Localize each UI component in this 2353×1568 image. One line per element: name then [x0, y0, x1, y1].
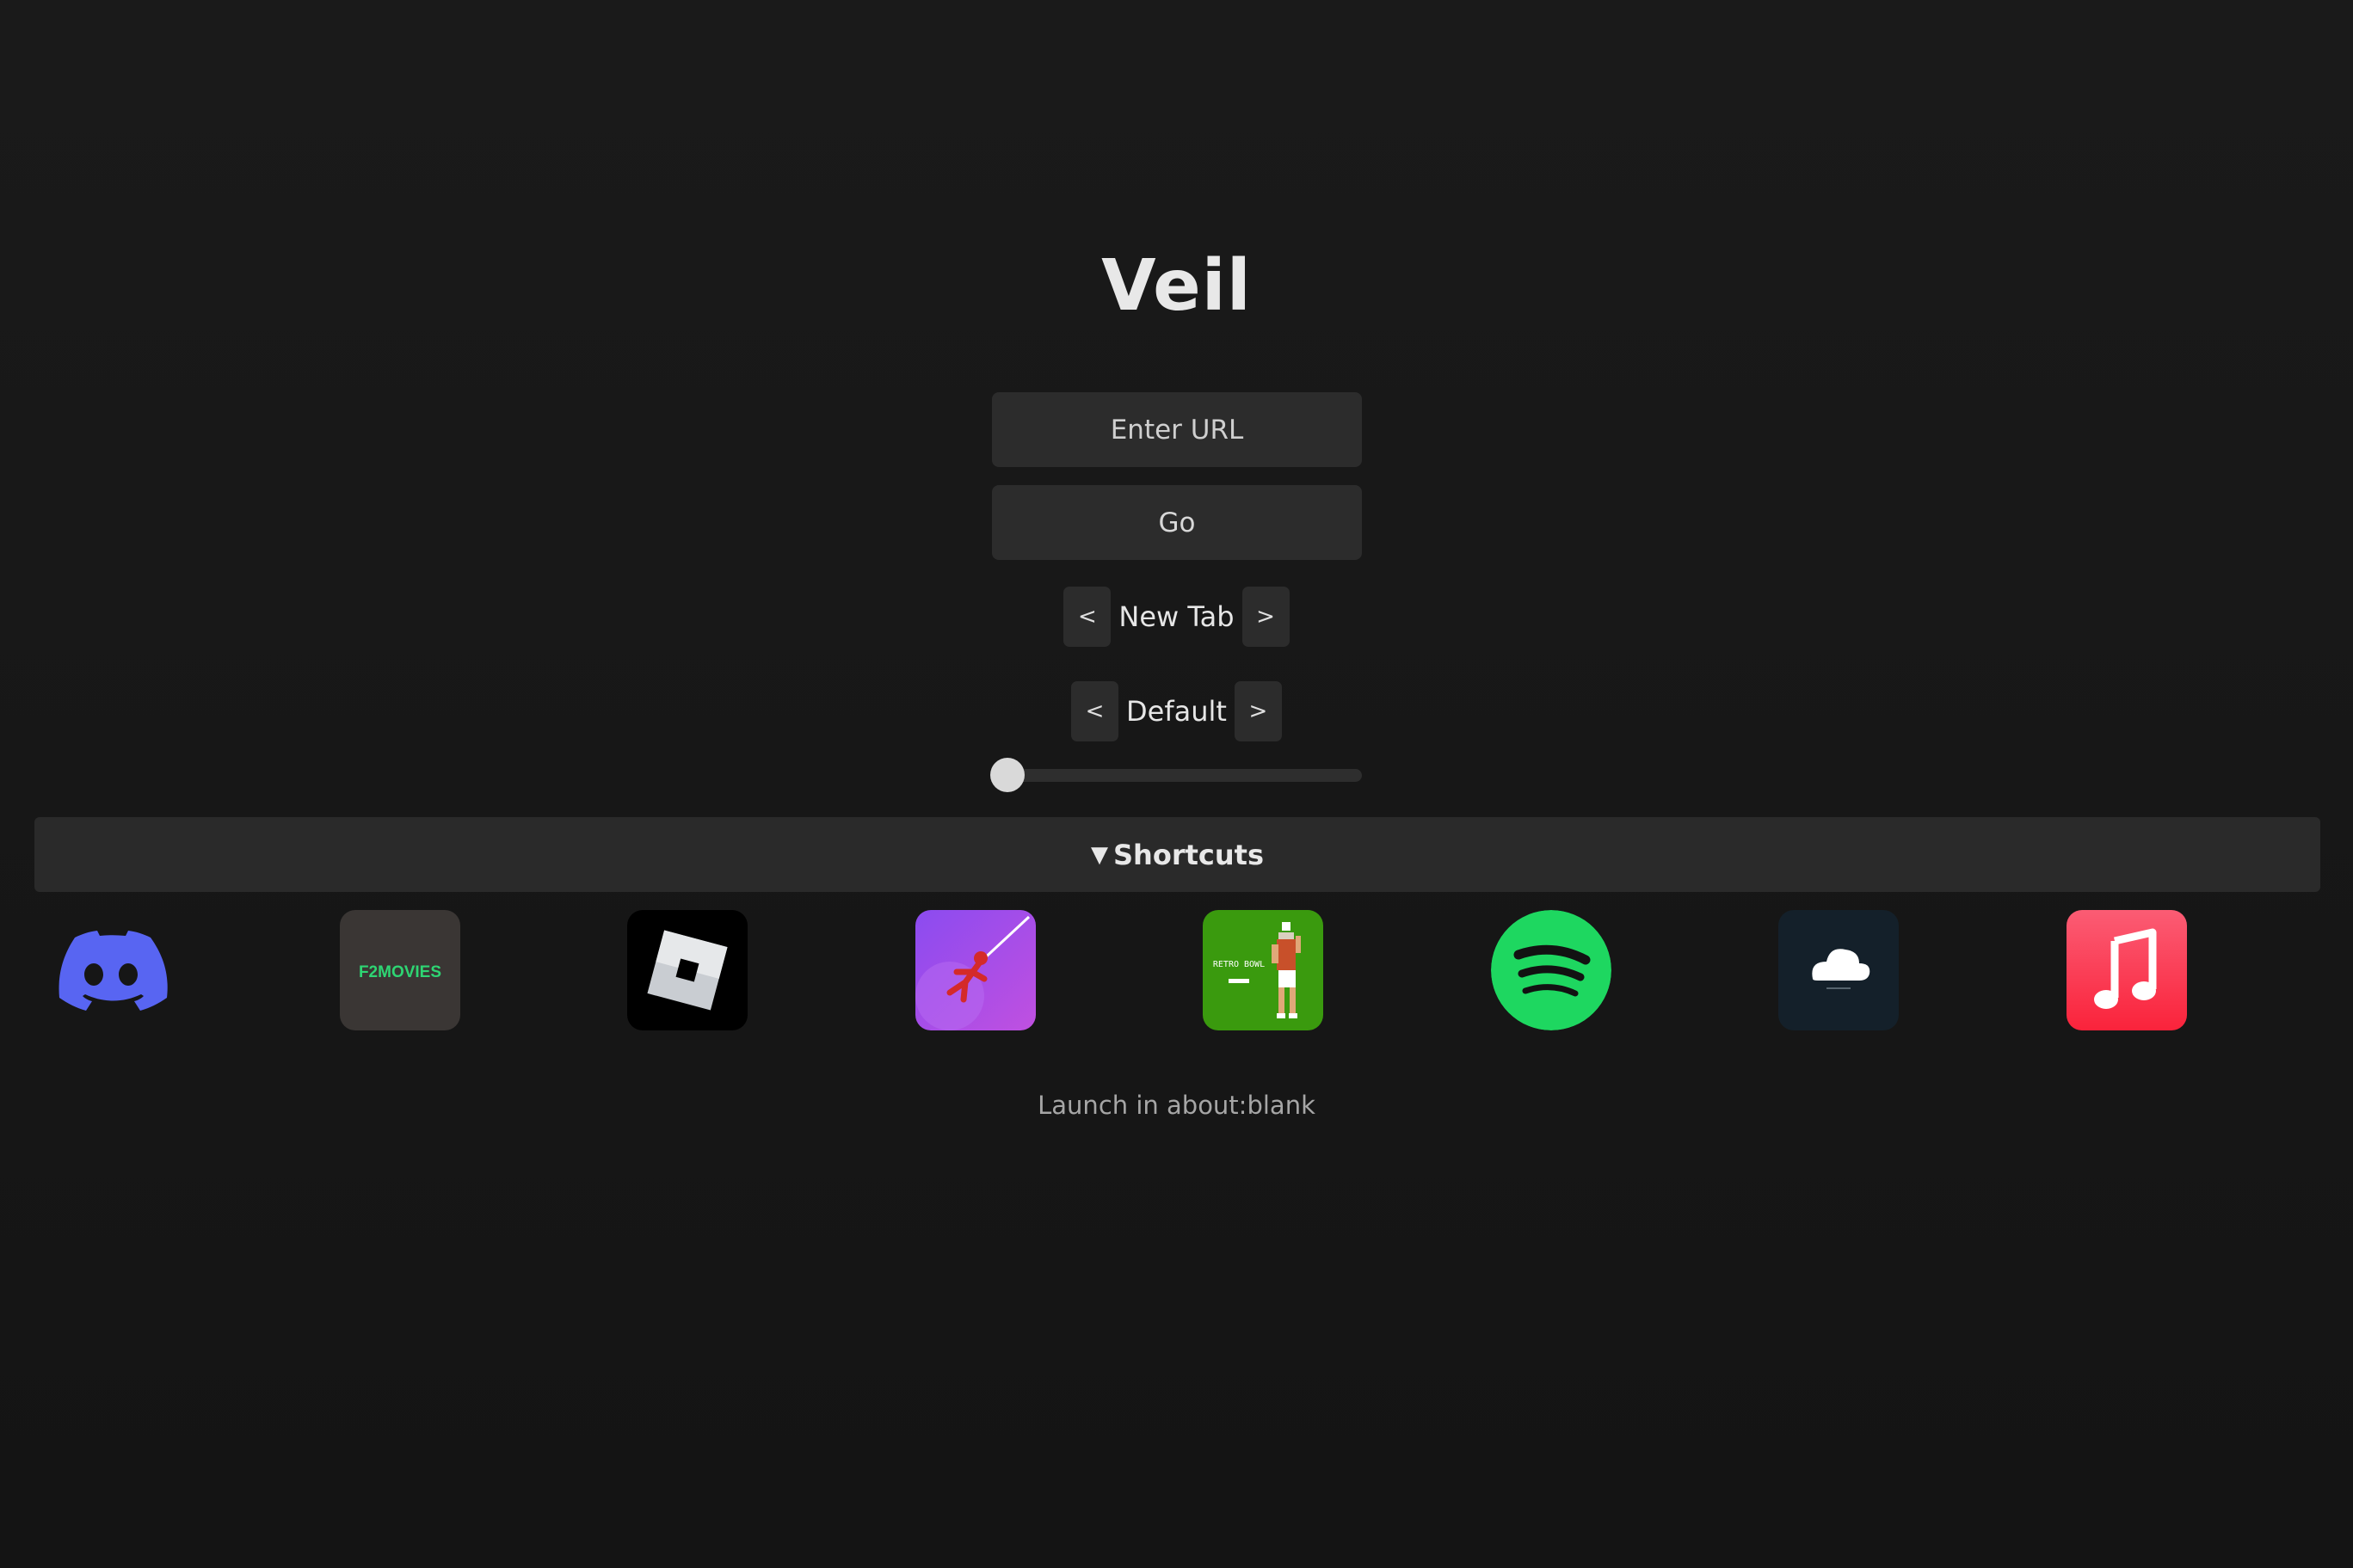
- url-input[interactable]: [992, 392, 1362, 467]
- svg-text:RETRO BOWL: RETRO BOWL: [1213, 960, 1265, 969]
- theme-next-button[interactable]: >: [1234, 681, 1282, 741]
- shortcut-apple-music[interactable]: [2067, 910, 2187, 1030]
- go-button[interactable]: Go: [992, 485, 1362, 560]
- f2movies-icon: F2MOVIES: [340, 910, 460, 1030]
- disclosure-triangle-icon: ▼: [1091, 841, 1108, 868]
- theme-prev-button[interactable]: <: [1071, 681, 1119, 741]
- spotify-icon: [1491, 910, 1611, 1030]
- open-mode-selector: < New Tab >: [0, 587, 2353, 647]
- svg-text:F2MOVIES: F2MOVIES: [359, 963, 441, 981]
- shortcut-discord[interactable]: [51, 910, 171, 1030]
- theme-selector: < Default >: [0, 681, 2353, 741]
- shortcut-stickman-hook[interactable]: [915, 910, 1036, 1030]
- apple-music-icon: [2067, 910, 2187, 1030]
- shortcut-retro-bowl[interactable]: RETRO BOWL: [1203, 910, 1323, 1030]
- open-mode-prev-button[interactable]: <: [1063, 587, 1112, 647]
- roblox-icon: [627, 910, 748, 1030]
- theme-value: Default: [1126, 695, 1227, 728]
- cloud-icon: [1778, 910, 1899, 1030]
- shortcut-roblox[interactable]: [627, 910, 748, 1030]
- shortcuts-label: Shortcuts: [1113, 838, 1264, 871]
- shortcut-cloud[interactable]: [1778, 910, 1899, 1030]
- retro-bowl-icon: RETRO BOWL: [1203, 910, 1323, 1030]
- shortcut-spotify[interactable]: [1491, 910, 1611, 1030]
- discord-icon: [59, 931, 168, 1011]
- slider-thumb[interactable]: [990, 758, 1025, 792]
- shortcut-f2movies[interactable]: F2MOVIES: [340, 910, 460, 1030]
- shortcuts-toggle[interactable]: ▼ Shortcuts: [34, 817, 2320, 892]
- stickman-hook-icon: [915, 910, 1036, 1030]
- open-mode-next-button[interactable]: >: [1241, 587, 1290, 647]
- slider-track[interactable]: [990, 758, 1362, 792]
- app-title: Veil: [1101, 245, 1252, 327]
- launch-about-blank-link[interactable]: Launch in about:blank: [0, 1091, 2353, 1120]
- open-mode-value: New Tab: [1118, 600, 1235, 633]
